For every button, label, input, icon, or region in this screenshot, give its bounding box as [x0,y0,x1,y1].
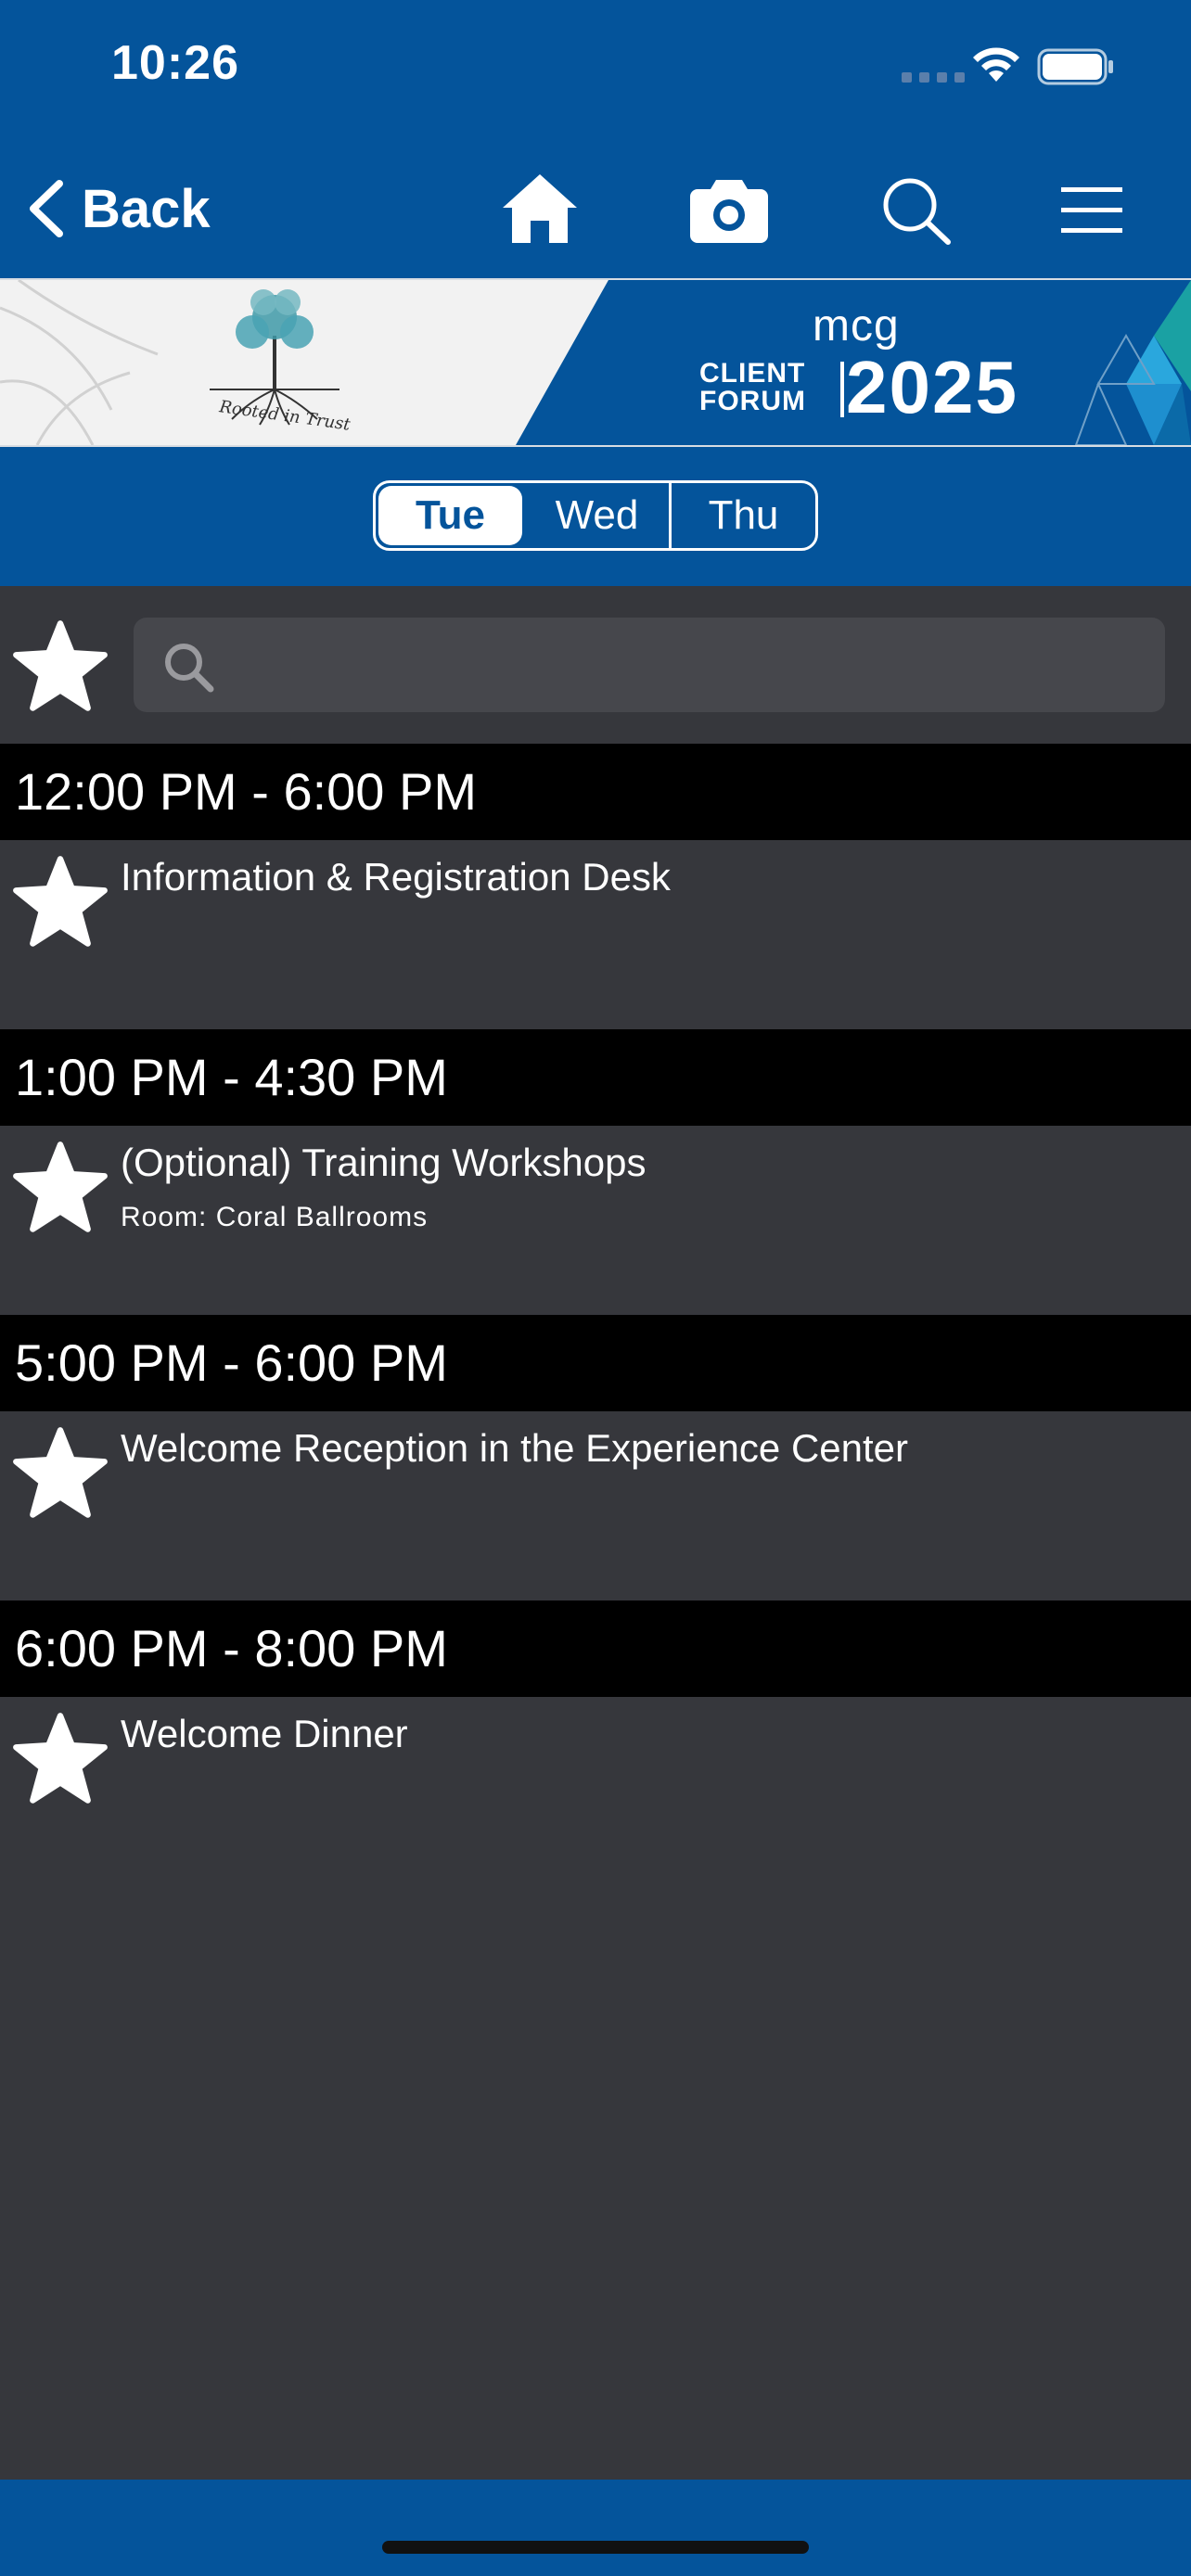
favorite-star-icon[interactable] [11,1710,109,1808]
day-selector-area: Tue Wed Thu [0,447,1191,586]
favorite-star-icon[interactable] [11,1424,109,1523]
nav-bar: Back [0,139,1191,278]
session-item[interactable]: Information & Registration Desk [0,840,1191,1029]
session-title: Information & Registration Desk [121,855,671,899]
favorites-filter-star-icon[interactable] [11,618,109,716]
time-slot-header: 6:00 PM - 8:00 PM [0,1600,1191,1697]
session-item[interactable]: Welcome Reception in the Experience Cent… [0,1411,1191,1600]
time-slot-header: 1:00 PM - 4:30 PM [0,1029,1191,1126]
session-item[interactable]: Welcome Dinner [0,1697,1191,1886]
time-slot-header: 12:00 PM - 6:00 PM [0,744,1191,840]
battery-icon [1037,48,1113,85]
event-banner: Rooted in Trust mcg CLIENT FORUM 2025 [0,278,1191,447]
tab-thu[interactable]: Thu [669,483,815,548]
back-label: Back [82,178,211,239]
day-selector: Tue Wed Thu [373,480,818,551]
event-year: 2025 [846,346,1018,428]
schedule-list: 12:00 PM - 6:00 PM Information & Registr… [0,744,1191,1886]
favorite-star-icon[interactable] [11,853,109,951]
search-field[interactable] [134,618,1165,712]
divider [840,362,844,417]
session-room: Room: Coral Ballrooms [121,1202,429,1232]
status-bar: 10:26 [0,0,1191,139]
session-title: (Optional) Training Workshops [121,1141,647,1184]
home-indicator[interactable] [382,2541,809,2554]
session-title: Welcome Reception in the Experience Cent… [121,1426,909,1470]
search-icon[interactable] [881,176,952,245]
status-time: 10:26 [111,36,239,90]
favorite-star-icon[interactable] [11,1139,109,1237]
brand-name: mcg [813,301,900,351]
triangle-pattern-icon [1074,280,1191,445]
bottom-bar [0,2480,1191,2576]
search-input[interactable] [236,618,1145,712]
search-row [0,586,1191,744]
tab-tue[interactable]: Tue [378,486,522,545]
search-icon [165,644,214,693]
chevron-left-icon [30,180,63,237]
back-button[interactable]: Back [26,176,211,241]
session-item[interactable]: (Optional) Training Workshops Room: Cora… [0,1126,1191,1315]
home-icon[interactable] [501,171,579,245]
menu-icon[interactable] [1061,184,1122,236]
time-slot-header: 5:00 PM - 6:00 PM [0,1315,1191,1411]
event-line-1: CLIENT [699,358,806,389]
wifi-icon [973,47,1019,82]
session-title: Welcome Dinner [121,1712,408,1755]
cellular-icon [902,72,965,83]
tab-wed[interactable]: Wed [525,483,669,548]
camera-icon[interactable] [690,172,768,243]
event-name: CLIENT FORUM [699,358,844,417]
event-line-2: FORUM [699,386,806,416]
